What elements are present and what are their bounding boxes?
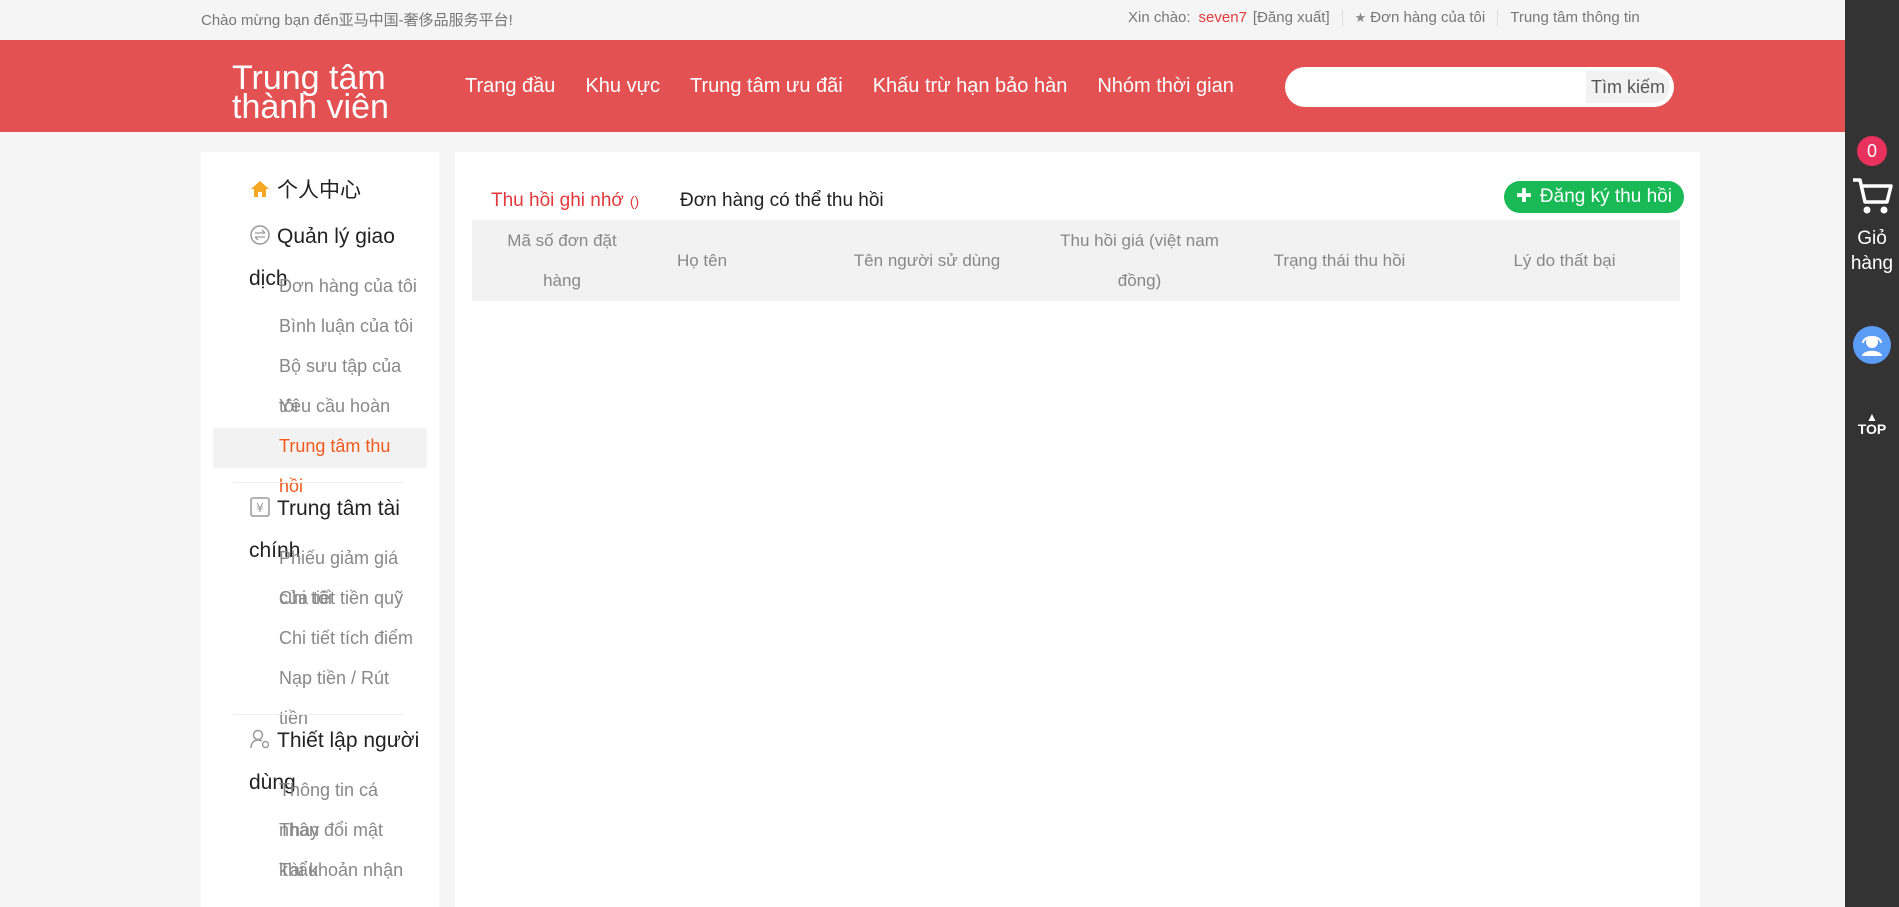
greeting-text: Xin chào: [1128, 9, 1191, 26]
sidebar-item-points-details[interactable]: Chi tiết tích điểm [279, 628, 413, 649]
sidebar-item-deposit-withdraw-wrap: tiền [279, 708, 309, 728]
plus-icon: ✚ [1516, 186, 1532, 207]
right-toolbar: 0 Giỏ hàng ▲ TOP [1845, 0, 1899, 907]
star-icon: ★ [1354, 9, 1367, 25]
my-orders-link[interactable]: Đơn hàng của tôi [1370, 9, 1485, 26]
tab-count: () [629, 193, 640, 209]
nav-warranty[interactable]: Khấu trừ hạn bảo hàn [873, 75, 1068, 98]
column-failure-reason: Lý do thất bại [1513, 250, 1616, 270]
svg-text:¥: ¥ [256, 501, 264, 515]
main-nav: Trang đầu Khu vực Trung tâm ưu đãi Khấu … [465, 75, 1264, 98]
sidebar-item-deposit-withdraw[interactable]: Nạp tiền / Rút [279, 668, 389, 689]
column-recovery-price: Thu hồi giá (việt nam đồng) [1060, 230, 1219, 290]
username-link[interactable]: seven7 [1199, 9, 1247, 26]
logo[interactable]: Trung tâm thành viên [232, 61, 432, 126]
register-recovery-button[interactable]: ✚ Đăng ký thu hồi [1504, 181, 1684, 213]
table-header: Mã số đơn đặt hàng Họ tên Tên người sử d… [472, 220, 1680, 301]
sidebar-item-recovery-center-wrap: hồi [279, 476, 304, 496]
search-box: Tìm kiếm [1285, 67, 1674, 107]
sidebar-item-coupons[interactable]: Phiếu giảm giá [279, 548, 398, 569]
user-settings-icon [250, 729, 270, 749]
sidebar-personal-center[interactable]: 个人中心 [249, 174, 361, 204]
sidebar-item-fund-details[interactable]: Chi tiết tiền quỹ [279, 588, 403, 609]
sidebar: 个人中心 Quản lý giao dịch Đơn hàng của tôi … [201, 152, 439, 907]
back-to-top-button[interactable]: ▲ TOP [1845, 411, 1899, 437]
nav-region[interactable]: Khu vực [585, 75, 660, 98]
sidebar-transaction-mgmt[interactable]: Quản lý giao [249, 224, 395, 249]
topbar-right: Xin chào: seven7 [Đăng xuất] ★ Đơn hàng … [1128, 9, 1640, 26]
divider [233, 714, 403, 715]
sidebar-item-my-collection[interactable]: Bộ sưu tập của [279, 356, 401, 377]
nav-home[interactable]: Trang đầu [465, 75, 555, 98]
column-order-number: Mã số đơn đặt hàng [507, 230, 617, 290]
sidebar-item-refund-request[interactable]: Yêu cầu hoàn [279, 396, 390, 417]
sidebar-user-settings[interactable]: Thiết lập người [249, 728, 419, 753]
column-recovery-status: Trạng thái thu hồi [1273, 250, 1406, 270]
nav-promotions[interactable]: Trung tâm ưu đãi [690, 75, 843, 98]
column-name: Họ tên [676, 250, 728, 270]
search-button[interactable]: Tìm kiếm [1586, 71, 1670, 103]
cart-label[interactable]: Giỏ hàng [1845, 226, 1899, 276]
sidebar-finance-center[interactable]: ¥ Trung tâm tài [249, 496, 400, 521]
sidebar-item-my-orders[interactable]: Đơn hàng của tôi [279, 276, 417, 297]
logo-line-2: thành viên [232, 88, 389, 126]
cart-icon[interactable] [1851, 176, 1893, 216]
divider [233, 482, 403, 483]
divider [1341, 9, 1343, 26]
top-bar: Chào mừng bạn đến亚马中国-奢侈品服务平台! Xin chào:… [0, 0, 1845, 40]
main-panel: Thu hồi ghi nhớ() Đơn hàng có thể thu hồ… [455, 152, 1700, 907]
sidebar-item-receive-account[interactable]: Tài khoản nhận [279, 860, 403, 881]
sidebar-item-recovery-center[interactable]: Trung tâm thu [279, 436, 390, 457]
top-label: TOP [1857, 421, 1887, 437]
cart-count-badge: 0 [1857, 136, 1887, 166]
home-icon [251, 181, 269, 197]
sidebar-item-personal-info[interactable]: Thông tin cá [279, 780, 378, 801]
finance-icon: ¥ [250, 497, 270, 517]
sidebar-item-my-reviews[interactable]: Bình luận của tôi [279, 316, 413, 337]
sidebar-item-change-password[interactable]: Thay đổi mật [279, 820, 383, 841]
exchange-icon [250, 225, 270, 245]
info-center-link[interactable]: Trung tâm thông tin [1510, 9, 1640, 26]
welcome-text: Chào mừng bạn đến亚马中国-奢侈品服务平台! [201, 12, 513, 29]
customer-service-icon[interactable] [1853, 326, 1891, 364]
header: Trung tâm thành viên Trang đầu Khu vực T… [0, 40, 1845, 132]
column-username: Tên người sử dùng [853, 250, 1001, 270]
tab-bar: Thu hồi ghi nhớ() Đơn hàng có thể thu hồ… [472, 168, 1684, 228]
nav-time-group[interactable]: Nhóm thời gian [1097, 75, 1234, 98]
search-input[interactable] [1299, 67, 1589, 107]
divider [1497, 9, 1499, 26]
logout-link[interactable]: [Đăng xuất] [1253, 9, 1330, 26]
tab-recoverable-orders[interactable]: Đơn hàng có thể thu hồi [680, 190, 884, 212]
